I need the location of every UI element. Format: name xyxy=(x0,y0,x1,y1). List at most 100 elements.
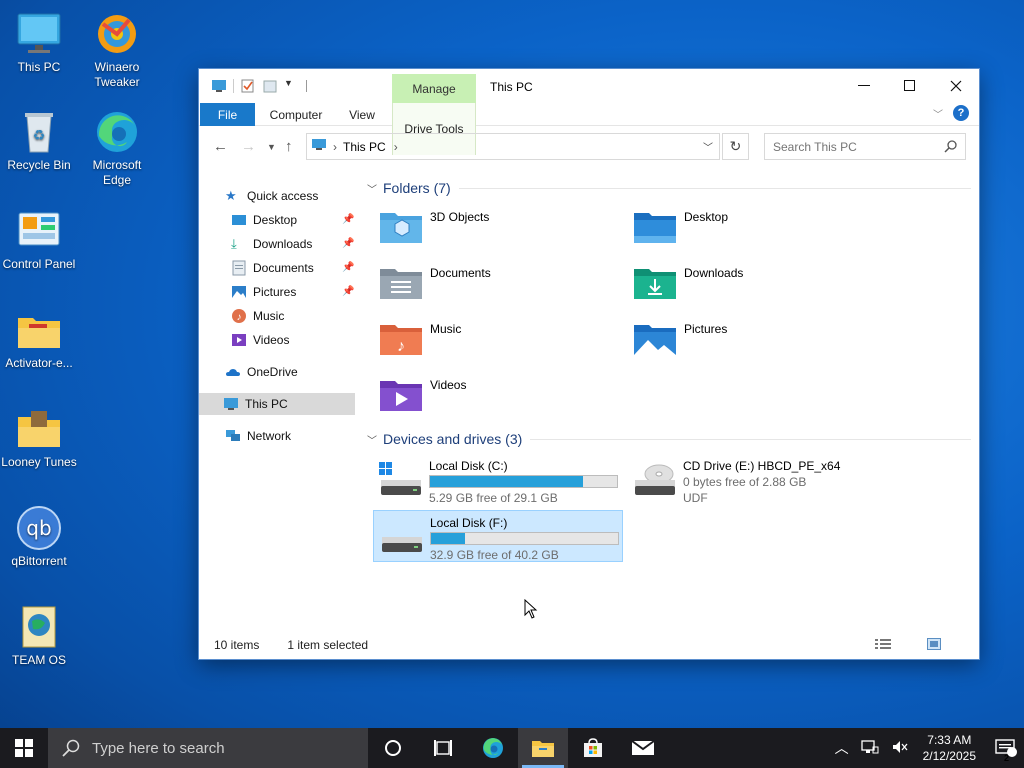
customize-dropdown-icon[interactable]: ▼ xyxy=(284,78,300,94)
folder-music[interactable]: ♪ Music xyxy=(367,316,607,364)
context-tab-manage[interactable]: Manage xyxy=(392,74,476,103)
nav-documents[interactable]: Documents xyxy=(231,257,355,279)
nav-quick-access[interactable]: ★ Quick access xyxy=(225,185,355,207)
divider xyxy=(530,438,971,440)
maximize-button[interactable] xyxy=(887,69,933,103)
svg-text:♪: ♪ xyxy=(397,338,405,355)
this-pc-small-icon[interactable] xyxy=(211,78,227,94)
close-button[interactable] xyxy=(933,69,979,103)
large-icons-view-icon[interactable] xyxy=(927,638,941,653)
nav-downloads[interactable]: ⤓ Downloads xyxy=(231,233,355,255)
back-button[interactable]: ← xyxy=(213,138,228,155)
nav-label: Documents xyxy=(253,261,314,275)
recycle-bin-icon: ♻ xyxy=(15,108,63,156)
group-header-label: Devices and drives (3) xyxy=(383,431,523,447)
drive-free-space: 5.29 GB free of 29.1 GB xyxy=(429,491,558,505)
action-center-button[interactable]: 2 xyxy=(988,738,1024,763)
drive-usage-fill xyxy=(430,476,584,487)
drive-cd-e[interactable]: CD Drive (E:) HBCD_PE_x64 0 bytes free o… xyxy=(627,454,927,506)
breadcrumb-separator[interactable]: › xyxy=(394,140,398,154)
folder-videos[interactable]: Videos xyxy=(367,372,607,420)
drive-local-disk-c[interactable]: Local Disk (C:) 5.29 GB free of 29.1 GB xyxy=(373,454,623,506)
breadcrumb-this-pc[interactable]: This PC xyxy=(343,140,386,154)
refresh-button[interactable]: ↻ xyxy=(722,133,749,160)
new-folder-icon[interactable] xyxy=(262,78,278,94)
desktop-icon-label: Activator-e... xyxy=(5,356,73,370)
edge-icon xyxy=(483,738,503,758)
monitor-icon xyxy=(15,10,63,58)
chevron-up-icon[interactable]: ︿ xyxy=(835,738,849,758)
drive-usage-bar xyxy=(430,532,619,545)
taskbar-search-box[interactable]: Type here to search xyxy=(48,728,368,768)
nav-label: Downloads xyxy=(253,237,313,251)
tab-computer[interactable]: Computer xyxy=(261,103,331,126)
3d-objects-folder-icon xyxy=(379,208,423,244)
desktop-icon-looney-tunes[interactable]: Looney Tunes xyxy=(1,405,77,470)
nav-label: This PC xyxy=(245,397,288,411)
drive-filesystem: UDF xyxy=(683,491,708,505)
folders-group-header[interactable]: ﹀ Folders (7) xyxy=(367,178,971,198)
taskbar-edge-button[interactable] xyxy=(468,728,518,768)
desktop-icon-microsoft-edge[interactable]: Microsoft Edge xyxy=(79,108,155,188)
folder-3d-objects[interactable]: 3D Objects xyxy=(367,204,607,252)
desktop-icon-this-pc[interactable]: This PC xyxy=(1,10,77,75)
nav-this-pc[interactable]: This PC xyxy=(199,393,355,415)
nav-pictures[interactable]: Pictures xyxy=(231,281,355,303)
search-icon[interactable] xyxy=(944,139,958,153)
taskbar-file-explorer-button[interactable] xyxy=(518,728,568,768)
desktop-icon-team-os[interactable]: TEAM OS xyxy=(1,603,77,668)
clock[interactable]: 7:33 AM 2/12/2025 xyxy=(923,732,976,764)
nav-label: Pictures xyxy=(253,285,297,299)
minimize-button[interactable] xyxy=(841,69,887,103)
cortana-button[interactable] xyxy=(368,728,418,768)
drives-group-header[interactable]: ﹀ Devices and drives (3) xyxy=(367,429,971,449)
expand-ribbon-icon[interactable]: ﹀ xyxy=(933,106,943,121)
desktop-icon-winaero-tweaker[interactable]: Winaero Tweaker xyxy=(79,10,155,90)
up-button[interactable]: ↑ xyxy=(285,138,293,155)
task-view-button[interactable] xyxy=(418,728,468,768)
folder-downloads[interactable]: Downloads xyxy=(621,260,861,308)
desktop-icon-qbittorrent[interactable]: qb qBittorrent xyxy=(1,504,77,569)
address-bar[interactable]: › This PC › ﹀ xyxy=(306,133,720,160)
desktop-icon-label: Winaero Tweaker xyxy=(94,60,140,89)
mouse-cursor-icon xyxy=(524,599,538,619)
address-dropdown-icon[interactable]: ﹀ xyxy=(703,139,713,154)
speaker-muted-icon[interactable] xyxy=(891,739,909,758)
tab-view[interactable]: View xyxy=(339,103,385,126)
drive-free-space: 32.9 GB free of 40.2 GB xyxy=(430,548,559,562)
taskbar-search-placeholder: Type here to search xyxy=(92,739,225,757)
nav-music[interactable]: ♪ Music xyxy=(231,305,355,327)
desktop-icon-label: Looney Tunes xyxy=(1,455,77,469)
folder-desktop[interactable]: Desktop xyxy=(621,204,861,252)
navigation-pane: ★ Quick access Desktop 📌 ⤓ Downloads 📌 Doc… xyxy=(199,168,359,628)
nav-label: Videos xyxy=(253,333,290,347)
start-button[interactable] xyxy=(0,728,48,768)
status-item-count: 10 items xyxy=(214,638,260,652)
desktop-icon-control-panel[interactable]: Control Panel xyxy=(1,207,77,272)
nav-desktop[interactable]: Desktop xyxy=(231,209,355,231)
folder-label: Desktop xyxy=(684,210,729,224)
pictures-folder-icon xyxy=(633,320,677,356)
properties-icon[interactable] xyxy=(240,78,256,94)
nav-onedrive[interactable]: OneDrive xyxy=(225,361,355,383)
details-view-icon[interactable] xyxy=(875,638,891,653)
folder-documents[interactable]: Documents xyxy=(367,260,607,308)
desktop-icon-activator[interactable]: Activator-e... xyxy=(1,306,77,371)
tab-file[interactable]: File xyxy=(200,103,255,126)
taskbar-mail-button[interactable] xyxy=(618,728,668,768)
folder-label: Downloads xyxy=(684,266,744,280)
breadcrumb-separator[interactable]: › xyxy=(333,140,337,154)
forward-button[interactable]: → xyxy=(241,138,256,155)
recent-locations-icon[interactable]: ▼ xyxy=(267,142,276,152)
taskbar-store-button[interactable] xyxy=(568,728,618,768)
drive-local-disk-f[interactable]: Local Disk (F:) 32.9 GB free of 40.2 GB xyxy=(373,510,623,562)
cortana-icon xyxy=(385,740,401,756)
qbittorrent-icon: qb xyxy=(15,504,63,552)
search-input[interactable] xyxy=(764,133,966,160)
help-icon[interactable]: ? xyxy=(953,105,969,121)
network-tray-icon[interactable] xyxy=(860,739,879,758)
nav-network[interactable]: Network xyxy=(225,425,355,447)
folder-pictures[interactable]: Pictures xyxy=(621,316,861,364)
desktop-icon-recycle-bin[interactable]: ♻ Recycle Bin xyxy=(1,108,77,173)
nav-videos[interactable]: Videos xyxy=(231,329,355,351)
